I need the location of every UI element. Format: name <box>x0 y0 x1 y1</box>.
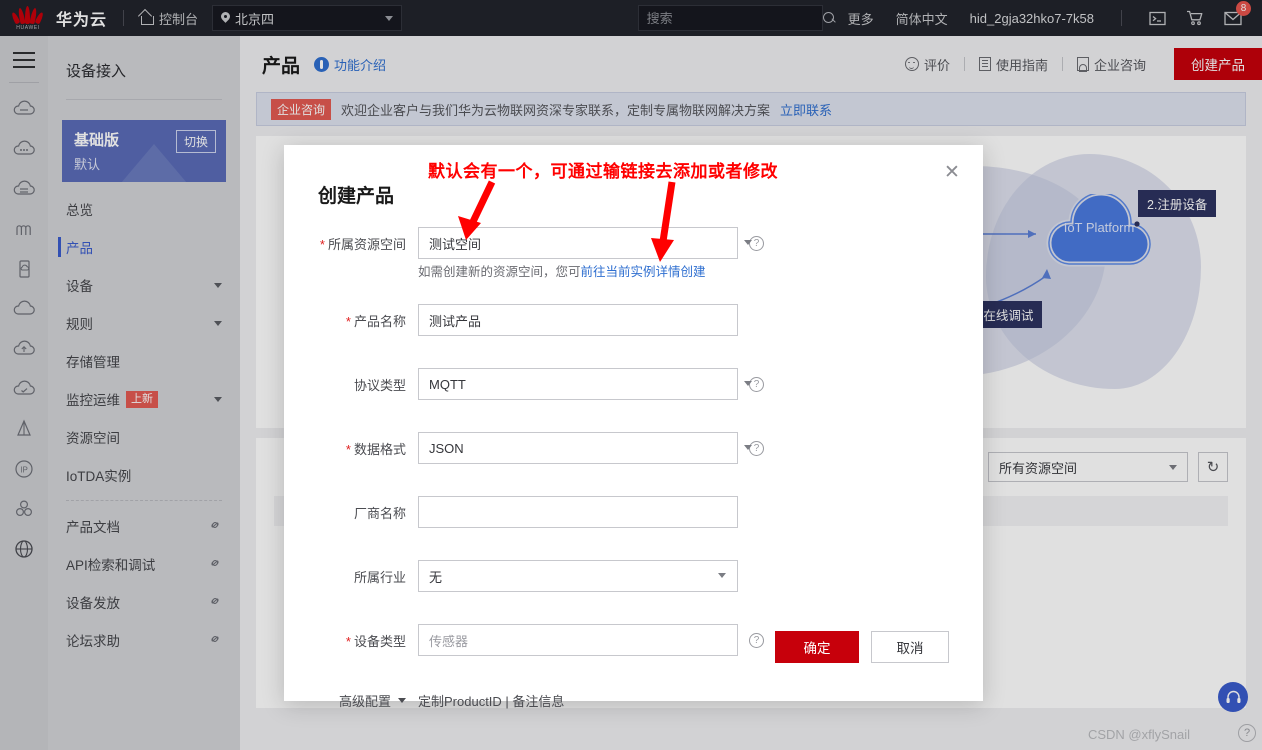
label-text: 厂商名称 <box>353 505 406 521</box>
dialog-title: 创建产品 <box>318 186 395 207</box>
create-resource-space-link[interactable]: 前往当前实例详情创建 <box>581 265 706 279</box>
chevron-down-icon <box>744 445 752 450</box>
label-text: 协议类型 <box>353 377 406 393</box>
cancel-button[interactable]: 取消 <box>871 631 949 663</box>
label-industry: 所属行业 <box>284 567 418 586</box>
label-text: 设备类型 <box>353 633 406 649</box>
form-row-protocol-type: 协议类型 MQTT ? <box>284 360 983 408</box>
chevron-down-icon <box>744 381 752 386</box>
form-row-industry: 所属行业 无 <box>284 552 983 600</box>
create-product-dialog: 创建产品 ✕ * 所属资源空间 测试空间 ? 如需创建新的资源空间，您可前往当前实… <box>284 145 983 709</box>
label-text: 产品名称 <box>353 313 406 329</box>
required-marker: * <box>345 441 351 457</box>
form-row-resource-space: * 所属资源空间 测试空间 ? <box>284 219 983 267</box>
chevron-down-icon <box>718 573 726 578</box>
label-product-name: * 产品名称 <box>284 311 418 330</box>
required-marker: * <box>345 313 351 329</box>
data-format-value: JSON <box>429 440 464 456</box>
help-icon[interactable]: ? <box>749 632 764 648</box>
resource-space-hint: 如需创建新的资源空间，您可前往当前实例详情创建 <box>284 261 983 280</box>
data-format-select[interactable]: JSON <box>418 432 752 464</box>
required-marker: * <box>345 633 351 649</box>
protocol-type-select[interactable]: MQTT <box>418 368 752 400</box>
industry-select[interactable]: 无 <box>418 560 738 592</box>
form-row-data-format: * 数据格式 JSON ? <box>284 424 983 472</box>
chevron-down-icon <box>398 697 406 703</box>
device-type-input[interactable]: 传感器 <box>418 624 738 656</box>
advanced-config-summary: 定制ProductID | 备注信息 <box>418 693 565 709</box>
protocol-type-value: MQTT <box>429 376 466 392</box>
form-row-advanced-config: 高级配置 定制ProductID | 备注信息 <box>284 678 983 722</box>
label-text: 所属资源空间 <box>327 236 406 252</box>
label-text: 数据格式 <box>353 441 406 457</box>
label-data-format: * 数据格式 <box>284 439 418 458</box>
resource-space-value: 测试空间 <box>429 236 482 252</box>
label-text: 所属行业 <box>353 569 406 585</box>
control-manufacturer-name <box>418 496 738 528</box>
form-row-product-name: * 产品名称 测试产品 <box>284 296 983 344</box>
close-icon[interactable]: ✕ <box>939 159 965 185</box>
label-resource-space: * 所属资源空间 <box>284 234 418 253</box>
control-data-format: JSON ? <box>418 432 764 464</box>
label-manufacturer-name: 厂商名称 <box>284 503 418 522</box>
control-product-name: 测试产品 <box>418 304 738 336</box>
hint-prefix: 如需创建新的资源空间，您可 <box>418 265 581 279</box>
product-name-value: 测试产品 <box>429 313 482 329</box>
control-device-type: 传感器 ? <box>418 624 764 656</box>
industry-value: 无 <box>429 569 443 585</box>
advanced-config-toggle[interactable]: 高级配置 <box>284 691 418 710</box>
manufacturer-name-input[interactable] <box>418 496 738 528</box>
control-resource-space: 测试空间 ? <box>418 227 764 259</box>
control-protocol-type: MQTT ? <box>418 368 764 400</box>
app-root: HUAWEI 华为云 控制台 北京四 更多 简体中文 hid_2gja32hko… <box>0 0 1262 750</box>
device-type-value: 传感器 <box>429 633 469 649</box>
dialog-footer: 确定 取消 <box>775 631 949 663</box>
label-protocol-type: 协议类型 <box>284 375 418 394</box>
form-row-manufacturer-name: 厂商名称 <box>284 488 983 536</box>
control-industry: 无 <box>418 560 738 592</box>
product-name-input[interactable]: 测试产品 <box>418 304 738 336</box>
resource-space-select[interactable]: 测试空间 <box>418 227 752 259</box>
confirm-button[interactable]: 确定 <box>775 631 859 663</box>
advanced-config-label: 高级配置 <box>338 693 391 709</box>
required-marker: * <box>319 236 325 252</box>
label-device-type: * 设备类型 <box>284 631 418 650</box>
chevron-down-icon <box>744 240 752 245</box>
annotation-text: 默认会有一个，可通过输链接去添加或者修改 <box>428 162 778 181</box>
